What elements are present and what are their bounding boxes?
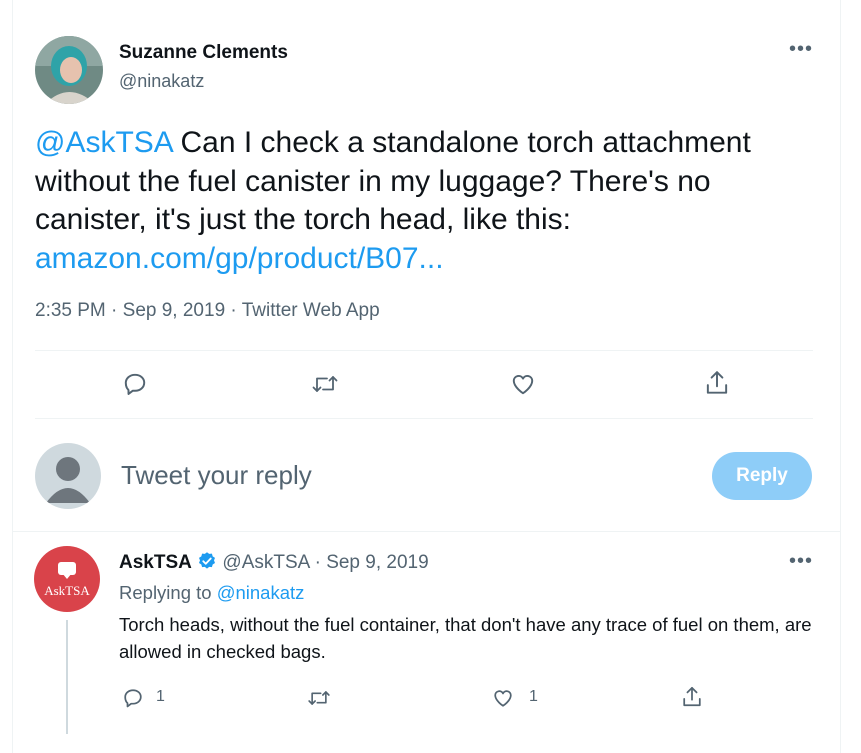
reply-text: Torch heads, without the fuel container,… [119, 614, 812, 662]
tweet-url-link[interactable]: amazon.com/gp/product/B07... [35, 242, 444, 275]
meta-sep: · [111, 300, 118, 321]
replying-to-handle[interactable]: @ninakatz [217, 582, 305, 603]
share-icon[interactable] [678, 684, 706, 710]
reply-count: 1 [156, 688, 165, 705]
more-icon[interactable]: ••• [789, 551, 813, 571]
replying-to-label: Replying to [119, 582, 217, 603]
author-name[interactable]: Suzanne Clements [119, 42, 288, 64]
like-count: 1 [529, 688, 538, 705]
author-avatar[interactable] [35, 36, 103, 104]
mention-link[interactable]: @AskTSA [35, 126, 172, 159]
author-handle[interactable]: @ninakatz [119, 71, 204, 92]
reply-author-handle[interactable]: @AskTSA [222, 552, 309, 573]
reply-sep: · [314, 552, 321, 573]
reply-button[interactable]: Reply [712, 452, 812, 500]
replying-to: Replying to @ninakatz [119, 582, 304, 604]
reply-date[interactable]: Sep 9, 2019 [326, 552, 428, 573]
tweet-meta: 2:35 PM · Sep 9, 2019 · Twitter Web App [35, 300, 380, 322]
divider [35, 418, 813, 419]
asktsa-avatar-label: AskTSA [44, 583, 90, 598]
tweet-source[interactable]: Twitter Web App [242, 300, 380, 321]
retweet-icon[interactable] [308, 370, 342, 398]
reply-icon[interactable] [119, 686, 147, 710]
thread-connector-line [66, 620, 68, 734]
meta-sep: · [230, 300, 237, 321]
user-avatar-placeholder [35, 443, 101, 509]
share-icon[interactable] [701, 368, 733, 398]
more-icon[interactable]: ••• [789, 39, 813, 59]
reply-icon[interactable] [119, 370, 151, 398]
divider [35, 350, 813, 351]
reply-header: AskTSA @AskTSA · Sep 9, 2019 [119, 551, 429, 577]
asktsa-avatar[interactable]: AskTSA [34, 546, 100, 612]
like-icon[interactable] [489, 686, 517, 710]
retweet-icon[interactable] [304, 686, 334, 710]
tweet-time[interactable]: 2:35 PM [35, 300, 106, 321]
divider [13, 531, 840, 532]
like-icon[interactable] [507, 370, 539, 398]
tweet-thread: Suzanne Clements @ninakatz ••• @AskTSA C… [12, 0, 841, 753]
reply-input[interactable]: Tweet your reply [121, 460, 312, 491]
tweet-date[interactable]: Sep 9, 2019 [123, 300, 225, 321]
reply-author-name[interactable]: AskTSA [119, 552, 192, 573]
verified-badge-icon [197, 551, 217, 577]
chat-bubble-tail [62, 573, 72, 579]
tweet-text: @AskTSA Can I check a standalone torch a… [35, 124, 815, 278]
